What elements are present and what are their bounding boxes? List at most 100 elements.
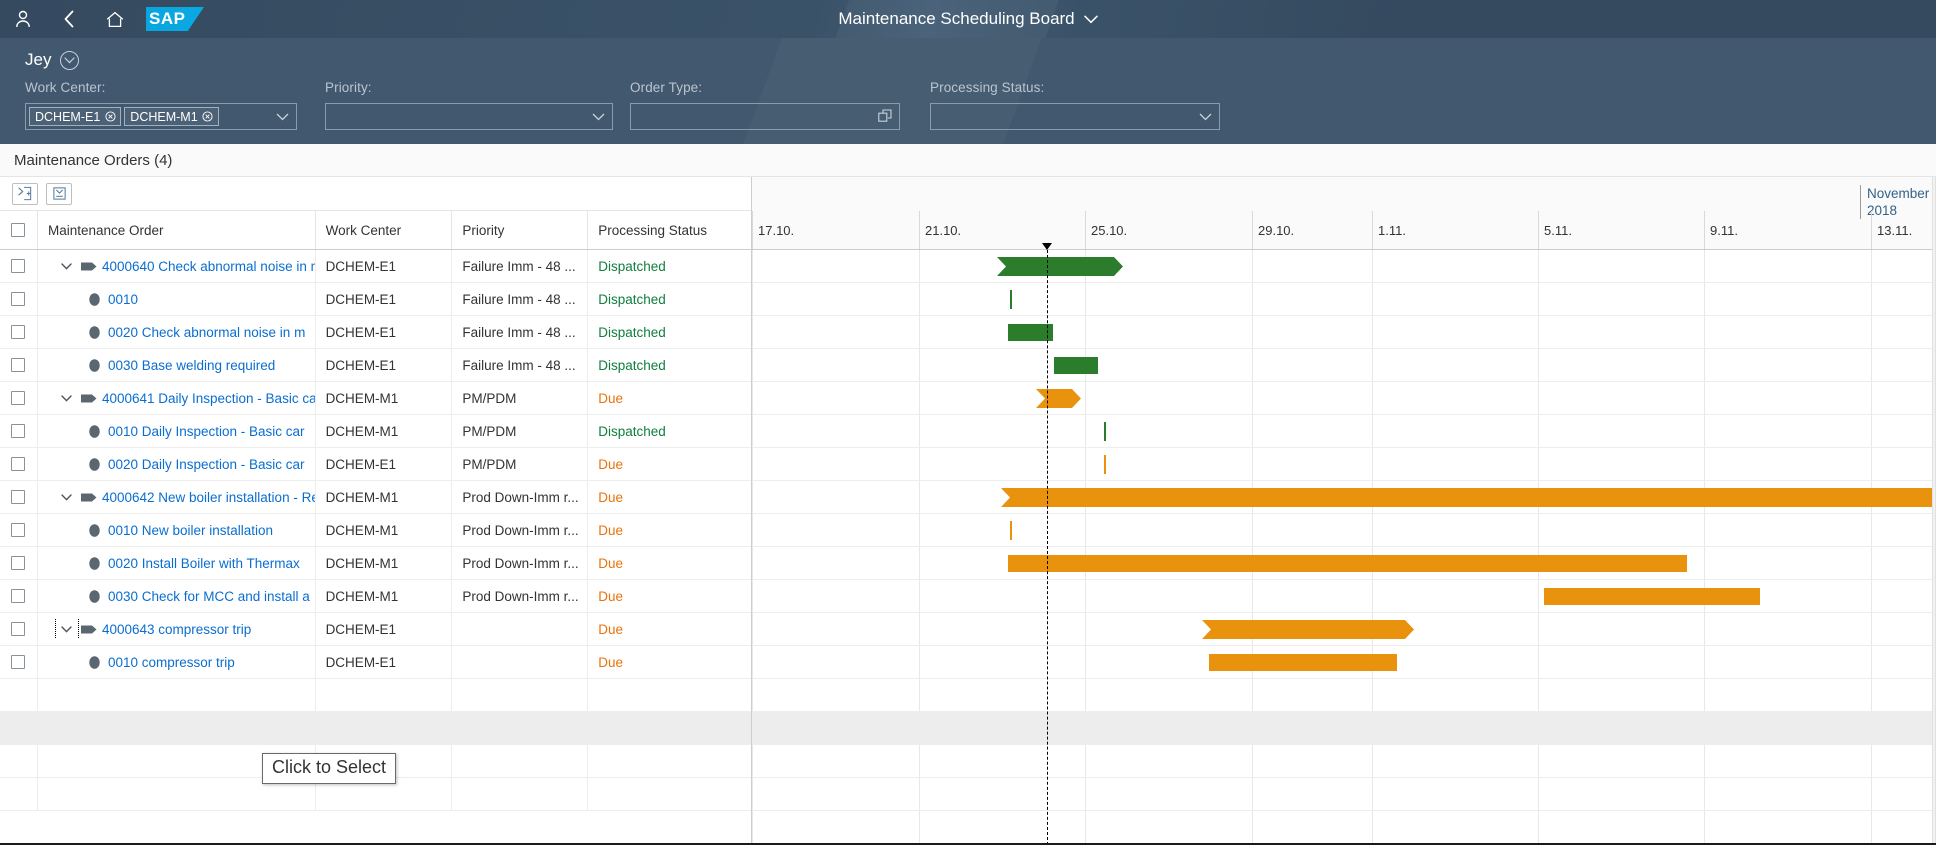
- order-link[interactable]: 4000641 Daily Inspection - Basic ca: [100, 391, 315, 406]
- select-all-checkbox[interactable]: [11, 223, 26, 237]
- chevron-down-icon[interactable]: [1083, 15, 1098, 24]
- order-type-input[interactable]: [630, 103, 900, 130]
- row-checkbox[interactable]: [11, 490, 26, 504]
- table-row[interactable]: 0020 Install Boiler with Thermax DCHEM-M1…: [0, 547, 751, 580]
- variant-selector[interactable]: Jey: [0, 38, 1936, 80]
- operation-node-icon: [84, 358, 106, 373]
- order-link[interactable]: 0010 Daily Inspection - Basic car: [106, 424, 305, 439]
- gantt-row[interactable]: [752, 283, 1936, 316]
- order-link[interactable]: 0010 compressor trip: [106, 655, 235, 670]
- gantt-bar-0020-daily[interactable]: [1104, 455, 1106, 474]
- priority-input[interactable]: [325, 103, 613, 130]
- token-work-center-1[interactable]: DCHEM-M1: [124, 107, 219, 126]
- row-select-cell: [0, 547, 38, 579]
- gantt-row[interactable]: [752, 382, 1936, 415]
- back-icon[interactable]: [46, 0, 92, 38]
- gantt-row[interactable]: [752, 316, 1936, 349]
- expand-collapse-chevron-icon[interactable]: [56, 256, 78, 276]
- column-header-priority[interactable]: Priority: [452, 211, 589, 249]
- gantt-bar-0010-daily[interactable]: [1104, 422, 1106, 441]
- table-row[interactable]: 4000640 Check abnormal noise in m DCHEM-E…: [0, 250, 751, 283]
- sap-logo[interactable]: SAP: [146, 7, 204, 31]
- gantt-row[interactable]: [752, 778, 1936, 811]
- chevron-down-circle-icon[interactable]: [60, 50, 80, 70]
- gantt-bar-0020-boiler[interactable]: [1008, 555, 1687, 572]
- token-work-center-0[interactable]: DCHEM-E1: [29, 107, 122, 126]
- section-title: Maintenance Orders (4): [0, 144, 1936, 176]
- gantt-bar-4000642[interactable]: [1001, 488, 1936, 507]
- processing-status-input[interactable]: [930, 103, 1220, 130]
- gantt-row[interactable]: [752, 250, 1936, 283]
- table-row[interactable]: 0010 DCHEM-E1 Failure Imm - 48 ... Dispatch…: [0, 283, 751, 316]
- expand-collapse-chevron-icon[interactable]: [56, 487, 78, 507]
- gantt-row[interactable]: [752, 415, 1936, 448]
- gantt-bar-0010-noise[interactable]: [1010, 290, 1012, 309]
- order-link[interactable]: 0020 Install Boiler with Thermax: [106, 556, 300, 571]
- gantt-row[interactable]: [752, 745, 1936, 778]
- row-checkbox[interactable]: [11, 556, 26, 570]
- table-row[interactable]: 0010 Daily Inspection - Basic car DCHEM-M…: [0, 415, 751, 448]
- gantt-vertical-scrollbar[interactable]: [1932, 177, 1936, 845]
- cell-maintenance-order: 4000642 New boiler installation - Re: [38, 481, 316, 513]
- user-icon[interactable]: [0, 0, 46, 38]
- table-row[interactable]: 0020 Daily Inspection - Basic car DCHEM-E…: [0, 448, 751, 481]
- gantt-row[interactable]: [752, 712, 1936, 745]
- order-link[interactable]: 0020 Daily Inspection - Basic car: [106, 457, 305, 472]
- order-link[interactable]: 4000640 Check abnormal noise in m: [100, 259, 315, 274]
- row-checkbox[interactable]: [11, 523, 26, 537]
- order-link[interactable]: 4000643 compressor trip: [100, 622, 251, 637]
- order-link[interactable]: 0030 Check for MCC and install a: [106, 589, 310, 604]
- close-icon[interactable]: [202, 111, 214, 123]
- column-header-processing-status[interactable]: Processing Status: [588, 211, 751, 249]
- row-checkbox[interactable]: [11, 292, 26, 306]
- table-row[interactable]: 4000643 compressor trip DCHEM-E1 Due: [0, 613, 751, 646]
- row-checkbox[interactable]: [11, 391, 26, 405]
- row-checkbox[interactable]: [11, 457, 26, 471]
- expand-collapse-chevron-icon[interactable]: [54, 619, 79, 639]
- order-link[interactable]: 0020 Check abnormal noise in m: [106, 325, 305, 340]
- expand-rows-icon[interactable]: [12, 182, 38, 205]
- order-link[interactable]: 0010: [106, 292, 138, 307]
- table-row[interactable]: 4000642 New boiler installation - Re DCHE…: [0, 481, 751, 514]
- column-header-work-center[interactable]: Work Center: [316, 211, 453, 249]
- row-checkbox[interactable]: [11, 358, 26, 372]
- gantt-bar-0010-compressor[interactable]: [1209, 654, 1397, 671]
- gantt-bar-0030-welding[interactable]: [1054, 357, 1098, 374]
- table-row[interactable]: 0010 New boiler installation DCHEM-M1 Prod…: [0, 514, 751, 547]
- filter-work-center-label: Work Center:: [25, 80, 106, 95]
- column-header-maintenance-order[interactable]: Maintenance Order: [38, 211, 316, 249]
- token-label: DCHEM-M1: [130, 109, 198, 124]
- gantt-row[interactable]: [752, 514, 1936, 547]
- row-checkbox[interactable]: [11, 259, 26, 273]
- order-link[interactable]: 0030 Base welding required: [106, 358, 275, 373]
- gantt-bar-0030-mcc[interactable]: [1544, 588, 1760, 605]
- order-link[interactable]: 0010 New boiler installation: [106, 523, 273, 538]
- chevron-down-icon[interactable]: [270, 113, 294, 121]
- table-row[interactable]: 4000641 Daily Inspection - Basic ca DCHEM…: [0, 382, 751, 415]
- table-row[interactable]: 0030 Check for MCC and install a DCHEM-M1…: [0, 580, 751, 613]
- gantt-bar-4000643[interactable]: [1202, 620, 1414, 639]
- gantt-bar-4000640[interactable]: [997, 257, 1123, 276]
- row-checkbox[interactable]: [11, 325, 26, 339]
- gantt-row[interactable]: [752, 349, 1936, 382]
- gantt-row[interactable]: [752, 679, 1936, 712]
- row-checkbox[interactable]: [11, 655, 26, 669]
- close-icon[interactable]: [104, 111, 116, 123]
- gantt-bar-0010-boiler[interactable]: [1010, 521, 1012, 540]
- chevron-down-icon[interactable]: [586, 113, 610, 121]
- row-checkbox[interactable]: [11, 622, 26, 636]
- expand-collapse-chevron-icon[interactable]: [56, 388, 78, 408]
- gantt-chart-area[interactable]: [752, 250, 1936, 845]
- home-icon[interactable]: [92, 0, 138, 38]
- table-row[interactable]: 0020 Check abnormal noise in m DCHEM-E1 Fa…: [0, 316, 751, 349]
- work-center-input[interactable]: DCHEM-E1 DCHEM-M1: [25, 103, 297, 130]
- gantt-row[interactable]: [752, 448, 1936, 481]
- table-row[interactable]: 0030 Base welding required DCHEM-E1 Failur…: [0, 349, 751, 382]
- table-row[interactable]: 0010 compressor trip DCHEM-E1 Due: [0, 646, 751, 679]
- chevron-down-icon[interactable]: [1193, 113, 1217, 121]
- row-checkbox[interactable]: [11, 424, 26, 438]
- collapse-rows-icon[interactable]: [46, 182, 72, 205]
- row-checkbox[interactable]: [11, 589, 26, 603]
- order-link[interactable]: 4000642 New boiler installation - Re: [100, 490, 315, 505]
- value-help-icon[interactable]: [873, 109, 897, 124]
